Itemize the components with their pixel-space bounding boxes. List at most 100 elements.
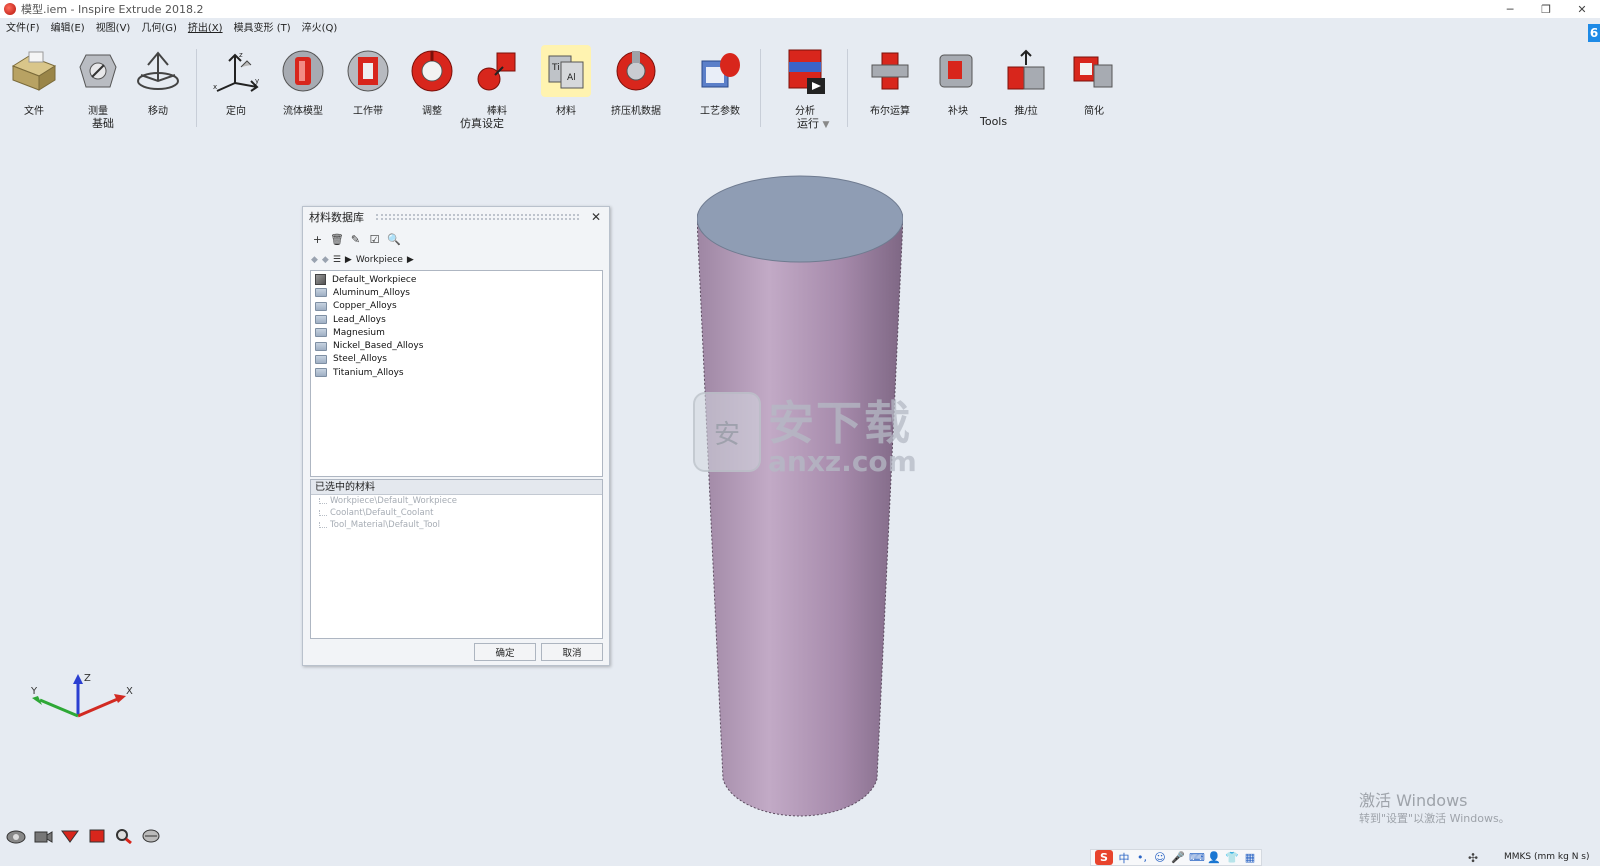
axis-label-z: Z (84, 673, 91, 684)
list-item[interactable]: Coolant\Default_Coolant (311, 507, 602, 519)
view-cube-icon[interactable] (6, 827, 26, 845)
adjust-tool[interactable]: 调整 (400, 45, 464, 117)
zoom-icon[interactable] (114, 827, 134, 845)
menu-view[interactable]: 视图(V) (96, 19, 131, 34)
ime-skin-icon[interactable]: 👕 (1225, 851, 1239, 864)
watermark-subtext: anxz.com (768, 445, 917, 478)
check-icon[interactable]: ☑ (368, 233, 381, 246)
file-tool-label: 文件 (24, 106, 44, 117)
folder-icon (315, 354, 327, 364)
measure-tool[interactable]: 测量 (66, 45, 130, 117)
move-tool-label: 移动 (148, 106, 168, 117)
list-item[interactable]: Magnesium (315, 326, 602, 339)
status-bar: S 中 •, ☺ 🎤 ⌨ 👤 👕 ▦ ✣ MMKS (mm kg N s) (0, 849, 1600, 866)
boolean-tool[interactable]: 布尔运算 (858, 45, 922, 117)
chevron-right-icon[interactable]: ▶ (407, 255, 414, 265)
material-tool[interactable]: Ti Al 材料 (534, 45, 598, 117)
fit-view-icon[interactable] (87, 827, 107, 845)
dialog-header[interactable]: 材料数据库 ✕ (303, 207, 609, 227)
menu-quench[interactable]: 淬火(Q) (302, 19, 338, 34)
ime-chinese-mode[interactable]: 中 (1117, 850, 1131, 866)
drag-handle[interactable] (376, 214, 579, 220)
material-tool-label: 材料 (556, 106, 576, 117)
patch-tool[interactable]: 补块 (926, 45, 990, 117)
group-run-label[interactable]: 运行 ▼ (797, 115, 829, 131)
menu-die-deform[interactable]: 模具变形 (T) (234, 19, 291, 34)
push-pull-tool[interactable]: 推/拉 (994, 45, 1058, 117)
dialog-close-icon[interactable]: ✕ (589, 210, 603, 224)
fluid-model-tool[interactable]: 流体模型 (271, 45, 335, 117)
ok-button[interactable]: 确定 (474, 643, 536, 661)
folder-icon (315, 288, 327, 298)
units-display[interactable]: MMKS (mm kg N s) (1504, 852, 1590, 862)
delete-icon[interactable]: 🗑 (330, 233, 344, 246)
list-item[interactable]: Steel_Alloys (315, 353, 602, 366)
ime-emoji-icon[interactable]: ☺ (1153, 851, 1167, 864)
measure-icon (73, 45, 123, 97)
analyze-tool[interactable]: 分析 (773, 45, 837, 117)
section-view-icon[interactable] (60, 827, 80, 845)
menu-bar: 文件(F) 编辑(E) 视图(V) 几何(G) 挤出(X) 模具变形 (T) 淬… (0, 18, 1600, 35)
menu-geometry[interactable]: 几何(G) (141, 19, 177, 34)
file-tool[interactable]: 文件 (2, 45, 66, 117)
camera-icon[interactable] (33, 827, 53, 845)
close-button[interactable]: ✕ (1564, 0, 1600, 18)
list-item[interactable]: Nickel_Based_Alloys (315, 339, 602, 352)
billet-tool[interactable]: 棒料 (465, 45, 529, 117)
folder-icon (315, 301, 327, 311)
boolean-tool-label: 布尔运算 (870, 106, 910, 117)
simplify-tool-label: 简化 (1084, 106, 1104, 117)
chevron-down-icon: ▼ (822, 120, 830, 130)
press-data-tool[interactable]: 挤压机数据 (604, 45, 668, 117)
simplify-tool[interactable]: 简化 (1062, 45, 1126, 117)
axis-label-y: Y (30, 686, 38, 697)
billet-icon (472, 45, 522, 97)
cancel-button[interactable]: 取消 (541, 643, 603, 661)
list-item[interactable]: Tool_Material\Default_Tool (311, 519, 602, 531)
menu-extrude[interactable]: 挤出(X) (188, 19, 223, 34)
ime-user-icon[interactable]: 👤 (1207, 851, 1221, 864)
minimize-button[interactable]: ─ (1492, 0, 1528, 18)
add-icon[interactable]: + (311, 233, 324, 246)
bearing-tool-label: 工作带 (353, 106, 383, 117)
move-tool[interactable]: 移动 (126, 45, 190, 117)
search-icon[interactable]: 🔍 (387, 233, 401, 246)
list-item[interactable]: Copper_Alloys (315, 300, 602, 313)
fluid-model-icon (278, 45, 328, 97)
chevron-right-icon: ▶ (344, 255, 352, 265)
forward-icon[interactable]: ◆ (322, 255, 329, 265)
ime-toolbar: S 中 •, ☺ 🎤 ⌨ 👤 👕 ▦ (1090, 849, 1262, 866)
orient-axes-icon: z y x (211, 45, 261, 97)
list-item[interactable]: Default_Workpiece (315, 273, 602, 286)
cylinder-model[interactable] (697, 175, 903, 823)
ime-keyboard-icon[interactable]: ⌨ (1189, 851, 1205, 864)
edit-icon[interactable]: ✎ (349, 233, 362, 246)
ime-toolbox-icon[interactable]: ▦ (1243, 851, 1257, 864)
list-item[interactable]: Aluminum_Alloys (315, 286, 602, 299)
menu-file[interactable]: 文件(F) (6, 19, 40, 34)
activate-windows-hint: 转到"设置"以激活 Windows。 (1359, 812, 1510, 825)
material-icon: Ti Al (541, 45, 591, 97)
list-icon[interactable]: ☰ (333, 255, 341, 265)
title-bar: 模型.iem - Inspire Extrude 2018.2 ─ ❐ ✕ (0, 0, 1600, 18)
watermark-shield-icon: 安 (693, 392, 761, 472)
view-controls (6, 827, 161, 845)
restore-button[interactable]: ❐ (1528, 0, 1564, 18)
bearing-tool[interactable]: 工作带 (336, 45, 400, 117)
ime-voice-icon[interactable]: 🎤 (1171, 851, 1185, 864)
sogou-ime-icon[interactable]: S (1095, 850, 1113, 865)
list-item[interactable]: Workpiece\Default_Workpiece (311, 495, 602, 507)
ime-punctuation-icon[interactable]: •, (1135, 851, 1149, 864)
units-settings-icon[interactable]: ✣ (1468, 851, 1478, 865)
back-icon[interactable]: ◆ (311, 255, 318, 265)
menu-edit[interactable]: 编辑(E) (51, 19, 85, 34)
orient-tool[interactable]: z y x 定向 (204, 45, 268, 117)
breadcrumb-workpiece[interactable]: Workpiece (356, 255, 403, 265)
list-item[interactable]: Lead_Alloys (315, 313, 602, 326)
process-params-tool[interactable]: 工艺参数 (688, 45, 752, 117)
list-item[interactable]: Titanium_Alloys (315, 366, 602, 379)
orient-tool-label: 定向 (226, 106, 246, 117)
render-mode-icon[interactable] (141, 827, 161, 845)
folder-icon (9, 45, 59, 97)
fluid-model-tool-label: 流体模型 (283, 106, 323, 117)
